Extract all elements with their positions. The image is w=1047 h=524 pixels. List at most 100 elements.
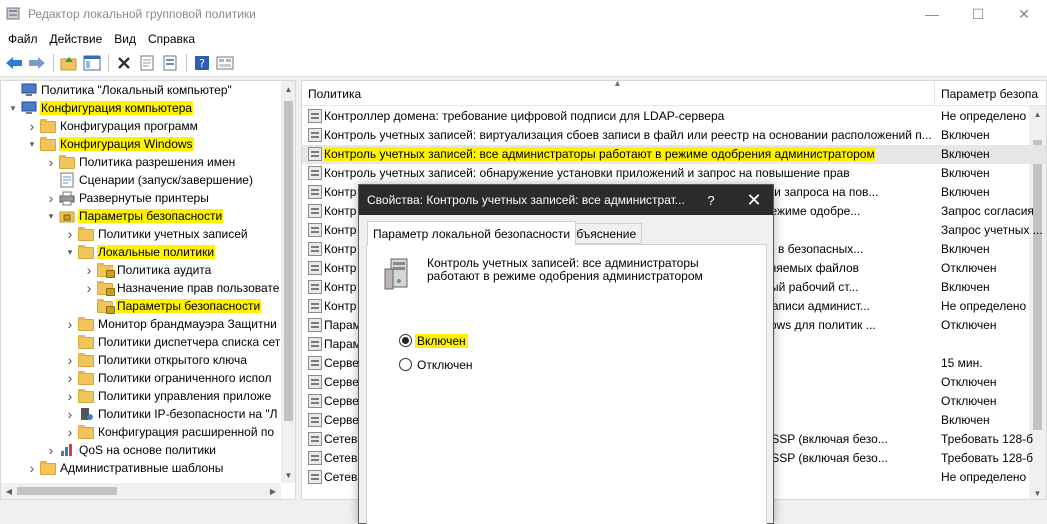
policy-name[interactable]: Контр [324, 185, 356, 199]
tree-item-label[interactable]: Конфигурация Windows [59, 137, 194, 151]
policy-name[interactable]: Контр [324, 204, 356, 218]
chevron-right-icon[interactable]: › [83, 261, 95, 279]
tree-item[interactable]: › QoS на основе политики [45, 441, 217, 459]
tree-item-label[interactable]: Параметры безопасности [116, 299, 262, 313]
menu-view[interactable]: Вид [108, 32, 142, 46]
tree-item-label[interactable]: Политики диспетчера списка сет [97, 335, 281, 349]
tree-item-label[interactable]: QoS на основе политики [78, 443, 217, 457]
chevron-right-icon[interactable]: › [64, 369, 76, 387]
tree-item-label[interactable]: Конфигурация компьютера [40, 101, 194, 115]
tree-item-label[interactable]: Монитор брандмауэра Защитни [97, 317, 278, 331]
tree-item[interactable]: Политики диспетчера списка сет [64, 333, 281, 351]
tree-item[interactable]: › Конфигурация расширенной по [64, 423, 275, 441]
forward-arrow-icon[interactable] [26, 52, 48, 74]
tree-item[interactable]: › Конфигурация программ [26, 117, 199, 135]
policy-name[interactable]: Контр [324, 280, 356, 294]
dialog-help-button[interactable]: ? [699, 185, 723, 215]
chevron-right-icon[interactable]: › [64, 315, 76, 333]
tree-item-label[interactable]: Политика разрешения имен [78, 155, 236, 169]
radio-enabled-indicator[interactable] [399, 334, 412, 347]
radio-enabled[interactable]: Включен [399, 332, 468, 349]
menu-file[interactable]: Файл [2, 32, 44, 46]
export-list-icon[interactable] [159, 52, 181, 74]
chevron-right-icon[interactable]: › [45, 189, 57, 207]
chevron-right-icon[interactable]: › [64, 351, 76, 369]
tree-item-label[interactable]: Политики открытого ключа [97, 353, 248, 367]
policy-name[interactable]: Контр [324, 261, 356, 275]
tree-item[interactable]: › Назначение прав пользовате [83, 279, 280, 297]
policy-name[interactable]: Контроль учетных записей: виртуализация … [324, 128, 932, 142]
tree-item-label[interactable]: Политики управления приложе [97, 389, 272, 403]
close-window-button[interactable]: ✕ [1001, 0, 1047, 28]
tree-item-label[interactable]: Локальные политики [97, 245, 216, 259]
policy-name[interactable]: Серве [324, 375, 359, 389]
tree-item-label[interactable]: Развернутые принтеры [78, 191, 210, 205]
tree-item-label[interactable]: Параметры безопасности [78, 209, 224, 223]
tree-item-label[interactable]: Административные шаблоны [59, 461, 224, 475]
help-icon[interactable]: ? [191, 52, 213, 74]
tree-horizontal-scrollbar[interactable]: ◀ ▶ [1, 483, 281, 499]
policy-name[interactable]: Контр [324, 242, 356, 256]
radio-enabled-label[interactable]: Включен [415, 333, 468, 348]
tree-item-label[interactable]: Конфигурация программ [59, 119, 199, 133]
tree-item-label[interactable]: Политика аудита [116, 263, 212, 277]
chevron-right-icon[interactable]: › [26, 117, 38, 135]
tree-item[interactable]: › Политики учетных записей [64, 225, 249, 243]
chevron-right-icon[interactable]: › [45, 153, 57, 171]
menu-help[interactable]: Справка [142, 32, 201, 46]
policy-name[interactable]: Серве [324, 356, 359, 370]
tab-local-security-setting[interactable]: Параметр локальной безопасности [367, 221, 577, 245]
column-header-setting[interactable]: Параметр безопа [935, 81, 1046, 106]
scroll-down-arrow-icon[interactable]: ▼ [1029, 485, 1046, 499]
chevron-down-icon[interactable]: ▾ [45, 207, 57, 225]
policy-name[interactable]: Контр [324, 299, 356, 313]
tree-hscroll-thumb[interactable] [17, 487, 117, 495]
menu-action[interactable]: Действие [44, 32, 109, 46]
tree-item[interactable]: ▾ Конфигурация компьютера [7, 99, 194, 117]
scroll-up-arrow-icon[interactable]: ▲ [281, 81, 295, 97]
tree-scroll-thumb[interactable] [284, 101, 293, 421]
tree-item-label[interactable]: Сценарии (запуск/завершение) [78, 173, 254, 187]
chevron-down-icon[interactable]: ▾ [26, 135, 38, 153]
tree-item[interactable]: ▾ Локальные политики [64, 243, 216, 261]
scroll-left-arrow-icon[interactable]: ◀ [1, 483, 17, 499]
radio-disabled[interactable]: Отключен [399, 356, 475, 373]
tree-item-label[interactable]: Политики учетных записей [97, 227, 249, 241]
policy-row[interactable]: Контроль учетных записей: все администра… [302, 145, 1046, 164]
tree-item-label[interactable]: Конфигурация расширенной по [97, 425, 275, 439]
chevron-down-icon[interactable]: ▾ [64, 243, 76, 261]
tree-item[interactable]: ▾ Параметры безопасности [45, 207, 224, 225]
tree-vertical-scrollbar[interactable]: ▲ ▼ [281, 81, 295, 483]
tree-item[interactable]: › Административные шаблоны [26, 459, 224, 477]
chevron-right-icon[interactable]: › [26, 459, 38, 477]
tree-item[interactable]: › Политики ограниченного испол [64, 369, 273, 387]
scroll-right-arrow-icon[interactable]: ▶ [265, 483, 281, 499]
policy-name[interactable]: Серве [324, 413, 359, 427]
chevron-right-icon[interactable]: › [83, 279, 95, 297]
chevron-right-icon[interactable]: › [45, 441, 57, 459]
policy-row[interactable]: Контроллер домена: требование цифровой п… [302, 107, 1046, 126]
delete-icon[interactable] [113, 52, 135, 74]
policy-name[interactable]: Парам [324, 337, 361, 351]
radio-disabled-indicator[interactable] [399, 358, 412, 371]
chevron-right-icon[interactable]: › [64, 405, 76, 423]
tree-item[interactable]: › Политики управления приложе [64, 387, 272, 405]
tree-item[interactable]: ▾ Конфигурация Windows [26, 135, 194, 153]
maximize-button[interactable]: ☐ [955, 0, 1001, 28]
policy-name[interactable]: Серве [324, 394, 359, 408]
show-hide-tree-icon[interactable] [81, 52, 103, 74]
tree-item[interactable]: › Монитор брандмауэра Защитни [64, 315, 278, 333]
tree-item-label[interactable]: Политики ограниченного испол [97, 371, 273, 385]
policy-name[interactable]: Контр [324, 223, 356, 237]
tree-item[interactable]: › Политики открытого ключа [64, 351, 248, 369]
tree-item[interactable]: › Политики IP-безопасности на "Л [64, 405, 279, 423]
policy-name[interactable]: Контроллер домена: требование цифровой п… [324, 109, 724, 123]
chevron-down-icon[interactable]: ▾ [7, 99, 19, 117]
filter-icon[interactable] [214, 52, 236, 74]
scroll-down-arrow-icon[interactable]: ▼ [281, 467, 295, 483]
tree-item[interactable]: Политика "Локальный компьютер" [7, 81, 233, 99]
tree-item[interactable]: › Политика аудита [83, 261, 212, 279]
chevron-right-icon[interactable]: › [64, 423, 76, 441]
up-folder-icon[interactable] [58, 52, 80, 74]
dialog-close-button[interactable]: ✕ [739, 185, 769, 215]
